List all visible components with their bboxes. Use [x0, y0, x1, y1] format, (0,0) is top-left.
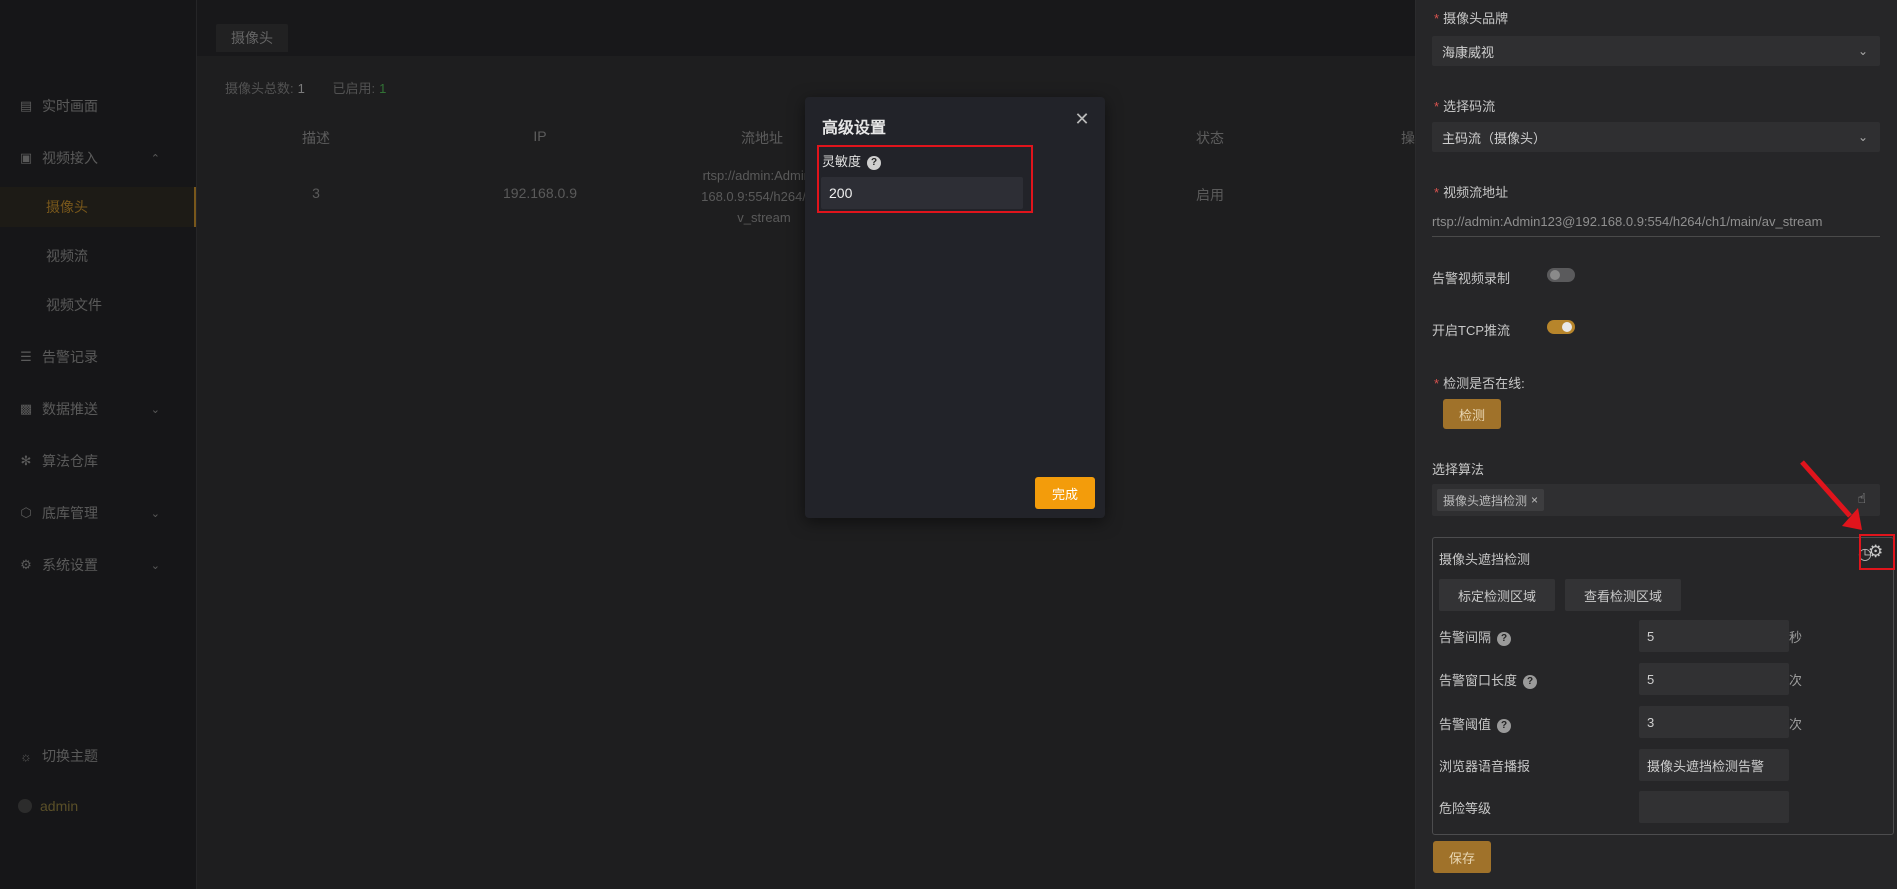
- algorithm-tag: 摄像头遮挡检测 ×: [1437, 489, 1545, 511]
- annotation-arrow: [1800, 460, 1862, 530]
- modal-overlay[interactable]: [0, 0, 1415, 889]
- threshold-label: 告警阈值?: [1439, 714, 1512, 733]
- stream-type-select[interactable]: 主码流（摄像头） ⌄: [1432, 122, 1880, 152]
- interval-label: 告警间隔?: [1439, 627, 1512, 646]
- risk-level-input[interactable]: [1639, 791, 1789, 823]
- view-region-button[interactable]: 查看检测区域: [1565, 579, 1681, 611]
- threshold-unit: 次: [1789, 717, 1803, 732]
- done-button[interactable]: 完成: [1035, 477, 1095, 509]
- voice-input[interactable]: 摄像头遮挡检测告警: [1639, 749, 1789, 781]
- algorithm-label: 选择算法: [1432, 462, 1485, 477]
- camera-config-panel: * 摄像头品牌 海康威视 ⌄ * 选择码流 主码流（摄像头） ⌄ * 视频流地址 rtsp…: [1416, 0, 1897, 889]
- window-label: 告警窗口长度?: [1439, 670, 1538, 689]
- interval-input[interactable]: 5: [1639, 620, 1789, 652]
- tcp-label: 开启TCP推流: [1432, 323, 1511, 338]
- advanced-settings-dialog: 高级设置 ✕ 灵敏度? 200 完成: [805, 97, 1105, 518]
- close-icon[interactable]: ✕: [1072, 109, 1092, 129]
- window-unit: 次: [1789, 673, 1803, 688]
- record-toggle[interactable]: [1547, 268, 1575, 282]
- chevron-down-icon: ⌄: [1857, 130, 1868, 144]
- help-icon[interactable]: ?: [1497, 631, 1512, 646]
- chevron-down-icon: ⌄: [1857, 44, 1868, 58]
- stream-type-label: * 选择码流: [1434, 99, 1496, 114]
- stream-url-label: * 视频流地址: [1434, 185, 1509, 200]
- stream-url-input[interactable]: rtsp://admin:Admin123@192.168.0.9:554/h2…: [1432, 214, 1880, 237]
- sensitivity-label: 灵敏度?: [822, 151, 882, 170]
- help-icon[interactable]: ?: [1523, 674, 1538, 689]
- help-icon[interactable]: ?: [1497, 718, 1512, 733]
- tag-close-icon[interactable]: ×: [1531, 493, 1538, 507]
- window-input[interactable]: 5: [1639, 663, 1789, 695]
- dialog-title: 高级设置: [822, 120, 887, 137]
- help-icon[interactable]: ?: [867, 155, 882, 170]
- brand-select[interactable]: 海康威视 ⌄: [1432, 36, 1880, 66]
- threshold-input[interactable]: 3: [1639, 706, 1789, 738]
- record-label: 告警视频录制: [1432, 271, 1511, 286]
- interval-unit: 秒: [1789, 630, 1803, 645]
- check-button[interactable]: 检测: [1443, 399, 1501, 429]
- sensitivity-input[interactable]: 200: [821, 177, 1023, 209]
- gear-icon[interactable]: ⚙: [1868, 542, 1883, 562]
- save-button[interactable]: 保存: [1433, 841, 1491, 873]
- mark-region-button[interactable]: 标定检测区域: [1439, 579, 1555, 611]
- tcp-toggle[interactable]: [1547, 320, 1575, 334]
- voice-label: 浏览器语音播报: [1439, 759, 1531, 774]
- risk-level-label: 危险等级: [1439, 801, 1492, 816]
- algorithm-config-title: 摄像头遮挡检测: [1439, 552, 1531, 567]
- online-check-label: * 检测是否在线:: [1434, 376, 1525, 391]
- brand-label: * 摄像头品牌: [1434, 11, 1509, 26]
